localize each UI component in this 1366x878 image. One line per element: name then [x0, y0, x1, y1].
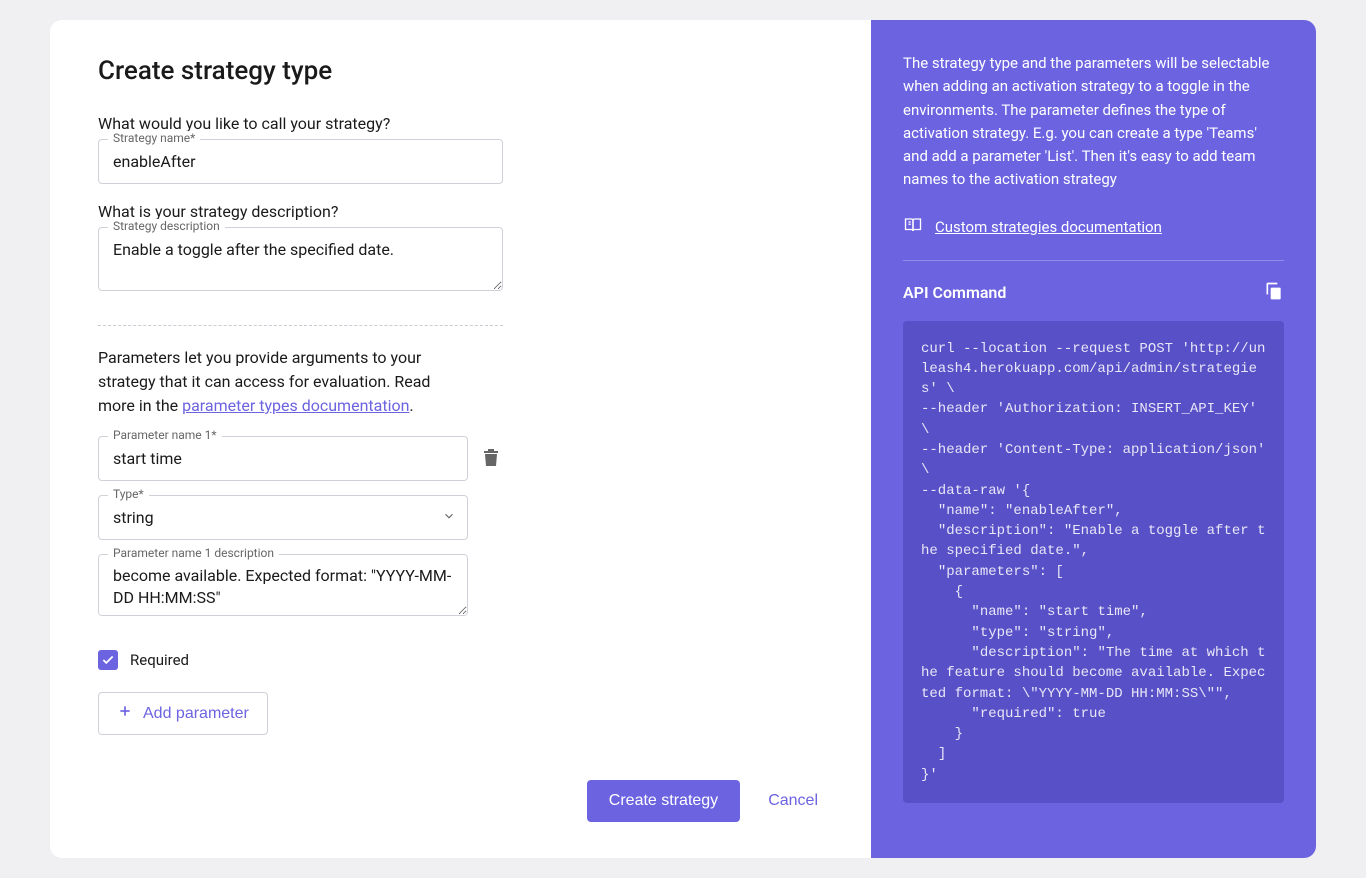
cancel-button[interactable]: Cancel — [768, 792, 818, 810]
page-title: Create strategy type — [98, 56, 823, 86]
api-code-block[interactable]: curl --location --request POST 'http://u… — [903, 321, 1284, 804]
info-panel: The strategy type and the parameters wil… — [871, 20, 1316, 858]
params-intro-post: . — [409, 396, 413, 415]
param-type-float-label: Type* — [108, 487, 149, 501]
copy-icon[interactable] — [1264, 281, 1284, 305]
required-checkbox[interactable] — [98, 650, 118, 670]
param-name-input[interactable] — [98, 436, 468, 481]
required-label: Required — [130, 651, 189, 669]
param-desc-input[interactable]: become available. Expected format: "YYYY… — [98, 554, 468, 616]
divider — [98, 325, 503, 326]
custom-strategies-doc-link[interactable]: Custom strategies documentation — [935, 218, 1162, 236]
param-type-field: Type* string — [98, 495, 468, 540]
trash-icon[interactable] — [482, 447, 500, 471]
param-name-field: Parameter name 1* — [98, 436, 468, 481]
strategy-name-field: Strategy name* — [98, 139, 823, 184]
param-name-float-label: Parameter name 1* — [108, 428, 222, 442]
add-parameter-button[interactable]: Add parameter — [98, 692, 268, 735]
param-desc-field: Parameter name 1 description become avai… — [98, 554, 468, 620]
plus-icon — [117, 703, 133, 724]
strategy-name-question: What would you like to call your strateg… — [98, 114, 823, 133]
api-command-header: API Command — [903, 281, 1284, 305]
required-checkbox-row: Required — [98, 650, 823, 670]
info-intro: The strategy type and the parameters wil… — [903, 52, 1284, 192]
param-desc-float-label: Parameter name 1 description — [108, 546, 279, 560]
create-strategy-card: Create strategy type What would you like… — [50, 20, 1316, 858]
strategy-desc-float-label: Strategy description — [108, 219, 225, 233]
param-types-doc-link[interactable]: parameter types documentation — [182, 396, 409, 415]
strategy-name-float-label: Strategy name* — [108, 131, 200, 145]
api-command-title: API Command — [903, 283, 1006, 302]
add-parameter-label: Add parameter — [143, 705, 249, 723]
create-strategy-button[interactable]: Create strategy — [587, 780, 740, 822]
form-actions: Create strategy Cancel — [98, 740, 818, 822]
strategy-desc-input[interactable]: Enable a toggle after the specified date… — [98, 227, 503, 291]
strategy-name-input[interactable] — [98, 139, 503, 184]
params-intro: Parameters let you provide arguments to … — [98, 346, 468, 418]
param-name-row: Parameter name 1* — [98, 436, 823, 481]
right-divider — [903, 260, 1284, 261]
strategy-desc-field: Strategy description Enable a toggle aft… — [98, 227, 823, 295]
param-type-select[interactable]: string — [98, 495, 468, 540]
book-icon — [903, 216, 923, 238]
doc-link-row: Custom strategies documentation — [903, 216, 1284, 238]
form-panel: Create strategy type What would you like… — [50, 20, 871, 858]
